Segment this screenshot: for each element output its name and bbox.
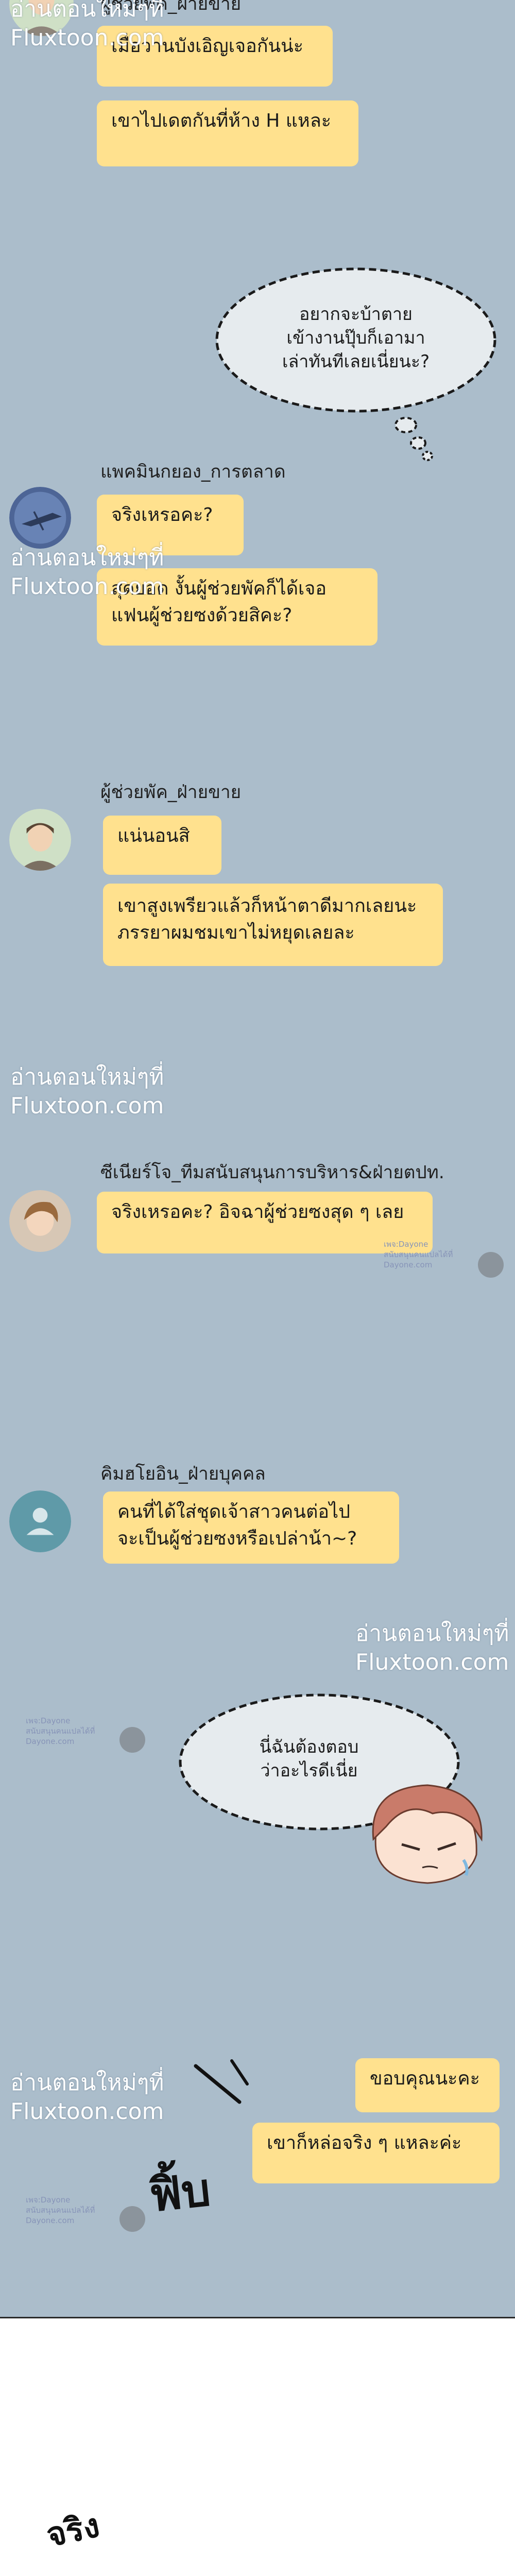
- watermark: อ่านตอนใหม่ๆที่ Fluxtoon.com: [10, 0, 164, 51]
- credit-text: เพจ:Dayone สนับสนุนคนแปลได้ที่ Dayone.com: [26, 1716, 95, 1746]
- message-bubble: เขาไปเดตกันที่ห้าง H แหละ: [97, 100, 358, 166]
- credit-badge-icon: [478, 1252, 504, 1278]
- thought-bubble: อยากจะบ้าตาย เข้างานปุ๊บก็เอามา เล่าทันท…: [206, 260, 515, 471]
- sfx-lines: [191, 2056, 263, 2117]
- sender-name: ซีเนียร์โจ_ทีมสนับสนุนการบริหาร&ฝ่ายตปท.: [100, 1162, 444, 1183]
- watermark: อ่านตอนใหม่ๆที่ Fluxtoon.com: [10, 2070, 164, 2125]
- sender-name: คิมฮโยอิน_ฝ่ายบุคคล: [100, 1464, 266, 1484]
- watermark: อ่านตอนใหม่ๆที่ Fluxtoon.com: [10, 545, 164, 600]
- message-bubble: ขอบคุณนะคะ: [355, 2058, 500, 2112]
- avatar-baek[interactable]: [9, 487, 71, 549]
- character-face: [360, 1777, 494, 1896]
- avatar-park-2[interactable]: [9, 809, 71, 871]
- credit-badge-icon: [119, 1727, 145, 1753]
- sender-name: ผู้ช่วยพัค_ฝ่ายขาย: [100, 782, 242, 803]
- message-bubble: คนที่ได้ใส่ชุดเจ้าสาวคนต่อไป จะเป็นผู้ช่ว…: [103, 1492, 399, 1564]
- watermark: อ่านตอนใหม่ๆที่ Fluxtoon.com: [355, 1620, 509, 1675]
- avatar-jo[interactable]: [9, 1190, 71, 1252]
- message-bubble: เขาสูงเพรียวแล้วก็หน้าตาดีมากเลยนะ ภรรยาผ…: [103, 884, 443, 966]
- message-bubble: จริงเหรอคะ? อิจฉาผู้ช่วยซงสุด ๆ เลย: [97, 1192, 433, 1253]
- sfx-text: ฟิ้บ: [146, 2163, 213, 2222]
- credit-text: เพจ:Dayone สนับสนุนคนแปลได้ที่ Dayone.com: [384, 1240, 453, 1269]
- sender-name: แพคมินกยอง_การตลาด: [100, 462, 286, 482]
- watermark: อ่านตอนใหม่ๆที่ Fluxtoon.com: [10, 1064, 164, 1119]
- avatar-kim[interactable]: [9, 1490, 71, 1552]
- credit-badge-icon: [119, 2206, 145, 2232]
- message-bubble: เขาก็หล่อจริง ๆ แหละค่ะ: [252, 2123, 500, 2183]
- message-bubble: แน่นอนสิ: [103, 816, 221, 875]
- sfx-text: จริง: [43, 2506, 103, 2555]
- credit-text: เพจ:Dayone สนับสนุนคนแปลได้ที่ Dayone.com: [26, 2195, 95, 2225]
